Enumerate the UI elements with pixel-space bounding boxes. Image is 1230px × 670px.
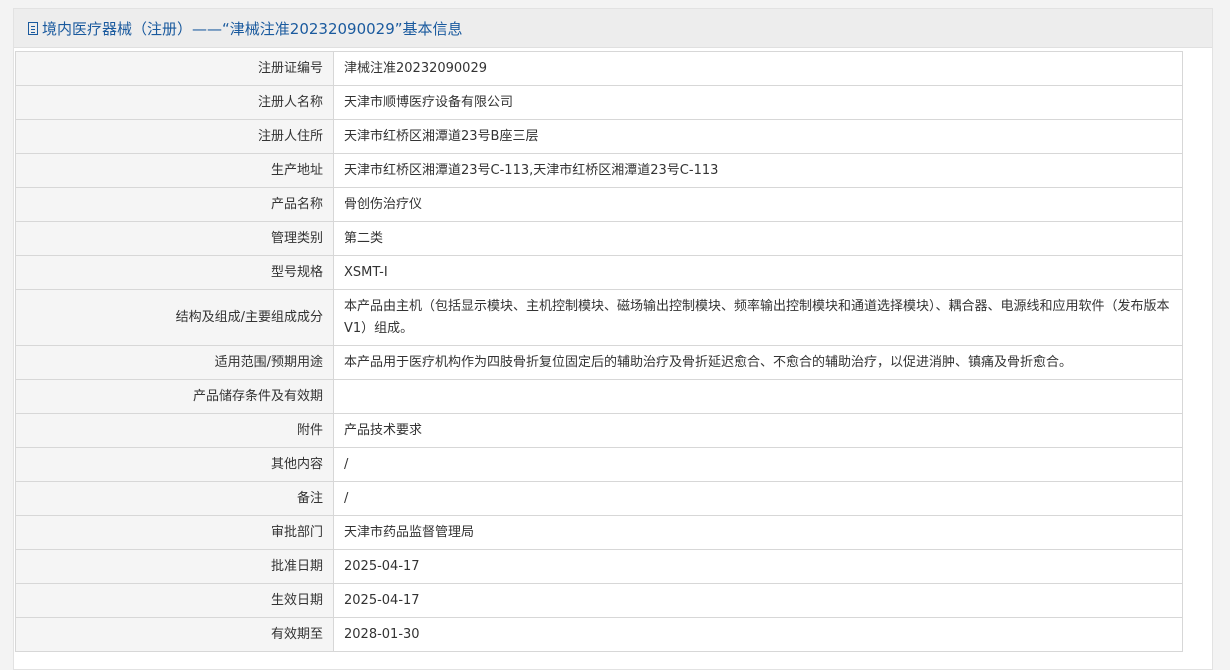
row-label: 型号规格 (15, 255, 334, 290)
table-row: 生效日期 2025-04-17 (15, 583, 1183, 618)
row-label: 有效期至 (15, 617, 334, 652)
row-value: 第二类 (333, 221, 1183, 256)
row-label: 附件 (15, 413, 334, 448)
row-value: 2025-04-17 (333, 549, 1183, 584)
row-label: 产品名称 (15, 187, 334, 222)
table-row: 管理类别 第二类 (15, 221, 1183, 256)
row-value: 津械注准20232090029 (333, 51, 1183, 86)
table-row: 结构及组成/主要组成成分 本产品由主机（包括显示模块、主机控制模块、磁场输出控制… (15, 289, 1183, 346)
row-value: 天津市红桥区湘潭道23号C-113,天津市红桥区湘潭道23号C-113 (333, 153, 1183, 188)
row-label: 备注 (15, 481, 334, 516)
page-title: 境内医疗器械（注册）——“津械注准20232090029”基本信息 (42, 19, 463, 38)
table-row: 审批部门 天津市药品监督管理局 (15, 515, 1183, 550)
row-value: 天津市红桥区湘潭道23号B座三层 (333, 119, 1183, 154)
row-label: 注册人住所 (15, 119, 334, 154)
row-label: 管理类别 (15, 221, 334, 256)
table-row: 生产地址 天津市红桥区湘潭道23号C-113,天津市红桥区湘潭道23号C-113 (15, 153, 1183, 188)
table-row: 备注 / (15, 481, 1183, 516)
panel-header: 境内医疗器械（注册）——“津械注准20232090029”基本信息 (14, 9, 1212, 48)
row-label: 适用范围/预期用途 (15, 345, 334, 380)
table-row: 注册人名称 天津市顺博医疗设备有限公司 (15, 85, 1183, 120)
row-label: 注册人名称 (15, 85, 334, 120)
table-row: 其他内容 / (15, 447, 1183, 482)
table-row: 产品储存条件及有效期 (15, 379, 1183, 414)
row-value: XSMT-I (333, 255, 1183, 290)
row-label: 生产地址 (15, 153, 334, 188)
row-value: 骨创伤治疗仪 (333, 187, 1183, 222)
row-value: 本产品用于医疗机构作为四肢骨折复位固定后的辅助治疗及骨折延迟愈合、不愈合的辅助治… (333, 345, 1183, 380)
table-row: 注册证编号 津械注准20232090029 (15, 51, 1183, 86)
table-row: 附件 产品技术要求 (15, 413, 1183, 448)
row-label: 生效日期 (15, 583, 334, 618)
row-label: 批准日期 (15, 549, 334, 584)
row-value: 本产品由主机（包括显示模块、主机控制模块、磁场输出控制模块、频率输出控制模块和通… (333, 289, 1183, 346)
info-table: 注册证编号 津械注准20232090029 注册人名称 天津市顺博医疗设备有限公… (15, 51, 1183, 652)
row-label: 审批部门 (15, 515, 334, 550)
row-value: 天津市药品监督管理局 (333, 515, 1183, 550)
row-value: / (333, 481, 1183, 516)
table-row: 适用范围/预期用途 本产品用于医疗机构作为四肢骨折复位固定后的辅助治疗及骨折延迟… (15, 345, 1183, 380)
table-row: 注册人住所 天津市红桥区湘潭道23号B座三层 (15, 119, 1183, 154)
table-row: 批准日期 2025-04-17 (15, 549, 1183, 584)
table-row: 有效期至 2028-01-30 (15, 617, 1183, 652)
row-label: 其他内容 (15, 447, 334, 482)
table-row: 产品名称 骨创伤治疗仪 (15, 187, 1183, 222)
row-value: 天津市顺博医疗设备有限公司 (333, 85, 1183, 120)
document-icon (28, 21, 38, 35)
row-label: 结构及组成/主要组成成分 (15, 289, 334, 346)
row-value: 2025-04-17 (333, 583, 1183, 618)
row-value (333, 379, 1183, 414)
row-value: / (333, 447, 1183, 482)
row-value: 产品技术要求 (333, 413, 1183, 448)
row-label: 产品储存条件及有效期 (15, 379, 334, 414)
table-row: 型号规格 XSMT-I (15, 255, 1183, 290)
row-value: 2028-01-30 (333, 617, 1183, 652)
row-label: 注册证编号 (15, 51, 334, 86)
